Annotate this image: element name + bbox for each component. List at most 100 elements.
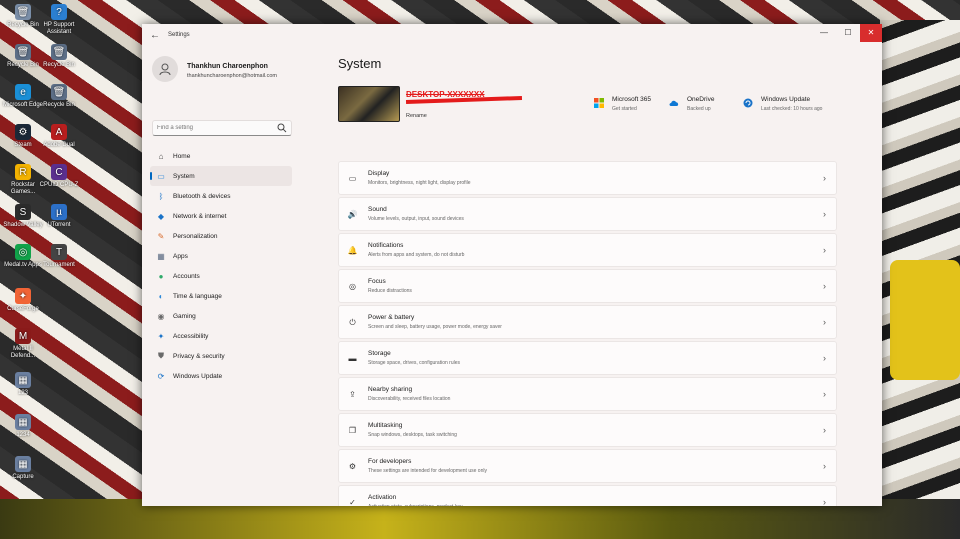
desktop-icon[interactable]: ✦ CurseForge [2, 288, 44, 313]
minimize-button[interactable]: — [812, 24, 836, 42]
back-arrow-icon[interactable]: ← [150, 30, 160, 41]
app-icon: S [15, 204, 31, 220]
search-input[interactable] [157, 122, 272, 134]
setting-card-multitasking[interactable]: ❐ Multitasking Snap windows, desktops, tas… [338, 413, 837, 447]
sidebar-item-label: Time & language [173, 292, 222, 300]
setting-description: Discoverability, received files location [368, 396, 451, 402]
maximize-button[interactable]: ☐ [836, 24, 860, 42]
gamepad-icon: ◉ [157, 311, 165, 321]
chevron-right-icon: › [823, 173, 826, 183]
desktop-icon[interactable]: T Tournament [38, 244, 80, 269]
speaker-icon: 🔊 [347, 210, 358, 219]
shield-icon: ⛊ [158, 351, 164, 360]
person-icon [159, 63, 171, 76]
sidebar-item-windows-update[interactable]: ⟳ Windows Update [150, 366, 292, 386]
sidebar-item-accounts[interactable]: ● Accounts [150, 266, 292, 286]
setting-card-notifications[interactable]: 🔔 Notifications Alerts from apps and syste… [338, 233, 837, 267]
setting-description: Screen and sleep, battery usage, power m… [368, 324, 502, 330]
desktop-icon[interactable]: C CPUID CPU-Z [38, 164, 80, 189]
settings-list: ▭ Display Monitors, brightness, night ligh… [338, 161, 837, 506]
quick-link-status: Get started [612, 106, 637, 112]
sidebar-item-apps[interactable]: ▦ Apps [150, 246, 292, 266]
sidebar-item-label: Privacy & security [173, 352, 225, 360]
wifi-icon: ◆ [157, 211, 165, 221]
rename-link[interactable]: Rename [406, 113, 427, 119]
app-icon: ✦ [15, 288, 31, 304]
desktop-icon[interactable]: ▦ 123 [2, 372, 44, 397]
sidebar-item-time-language[interactable]: ◐ Time & language [150, 286, 292, 306]
chevron-right-icon: › [823, 425, 826, 435]
setting-description: Alerts from apps and system, do not dist… [368, 252, 465, 258]
app-icon: 🗑 [51, 84, 67, 100]
app-icon: ▦ [15, 372, 31, 388]
setting-card-for-developers[interactable]: ⚙ For developers These settings are intend… [338, 449, 837, 483]
sidebar-item-network-internet[interactable]: ◆ Network & internet [150, 206, 292, 226]
setting-card-storage[interactable]: ▬ Storage Storage space, drives, configura… [338, 341, 837, 375]
setting-description: Monitors, brightness, night light, displ… [368, 180, 471, 186]
quick-link-status: Backed up [687, 106, 711, 112]
sidebar: Thankhun Charoenphon thankhuncharoenphon… [142, 48, 302, 506]
setting-description: These settings are intended for developm… [368, 468, 487, 474]
desktop-icon-label: 123 [17, 390, 28, 396]
sidebar-item-accessibility[interactable]: ✦ Accessibility [150, 326, 292, 346]
desktop-icon[interactable]: ▦ 1234 [2, 414, 44, 439]
sidebar-item-label: Home [173, 152, 191, 160]
desktop-icon[interactable]: 🗑 Recycle Bin [38, 84, 80, 109]
sidebar-item-bluetooth-devices[interactable]: ᛒ Bluetooth & devices [150, 186, 292, 206]
chevron-right-icon: › [823, 461, 826, 471]
accessibility-icon: ✦ [157, 331, 165, 341]
search-box[interactable] [152, 120, 292, 136]
sidebar-item-label: Accounts [173, 272, 200, 280]
sidebar-item-label: Apps [173, 252, 188, 260]
sidebar-item-label: Network & internet [173, 212, 227, 220]
profile-card[interactable]: Thankhun Charoenphon thankhuncharoenphon… [152, 56, 302, 86]
close-button[interactable]: ✕ [860, 24, 882, 42]
sidebar-item-gaming[interactable]: ◉ Gaming [150, 306, 292, 326]
app-icon: 🗑 [51, 44, 67, 60]
desktop-icon[interactable]: M Metal II Defend... [2, 328, 44, 360]
setting-card-activation[interactable]: ✓ Activation Activation state, subscriptio… [338, 485, 837, 506]
sidebar-item-label: Windows Update [173, 372, 223, 380]
storage-icon: ▬ [348, 354, 357, 363]
desktop-icon-label: Recycle Bin [43, 102, 75, 108]
setting-card-nearby-sharing[interactable]: ⇪ Nearby sharing Discoverability, received… [338, 377, 837, 411]
search-icon[interactable] [277, 123, 287, 133]
setting-title: Nearby sharing [368, 386, 413, 393]
desktop-icon[interactable]: ▦ Capture [2, 456, 44, 481]
setting-description: Volume levels, output, input, sound devi… [368, 216, 464, 222]
display-icon: ▭ [348, 174, 357, 183]
desktop-icon[interactable]: ? HP Support Assistant [38, 4, 80, 36]
app-icon: 🗑 [15, 44, 31, 60]
page-title: System [338, 56, 382, 71]
chevron-right-icon: › [823, 281, 826, 291]
bluetooth-icon: ᛒ [158, 191, 164, 201]
avatar [152, 56, 178, 82]
multitask-icon: ❐ [348, 426, 357, 435]
desktop-icon-label: HP Support Assistant [43, 22, 75, 35]
onedrive-icon [669, 100, 679, 106]
desktop-icon[interactable]: A Adobe Dual [38, 124, 80, 149]
setting-card-power-battery[interactable]: ⏻ Power & battery Screen and sleep, batter… [338, 305, 837, 339]
setting-title: Storage [368, 350, 391, 357]
desktop-icon-label: CPUID CPU-Z [39, 182, 79, 188]
sidebar-item-privacy-security[interactable]: ⛊ Privacy & security [150, 346, 292, 366]
main-content: System DESKTOP-XXXXXXX Rename Microsoft … [338, 48, 882, 506]
quick-link-title: OneDrive [687, 96, 715, 103]
desktop-icon[interactable]: µ UTorrent [38, 204, 80, 229]
nav-list: ⌂ Home ▭ System ᛒ Bluetooth & devices ◆ Network… [150, 146, 292, 386]
sidebar-item-system[interactable]: ▭ System [150, 166, 292, 186]
setting-title: Power & battery [368, 314, 415, 321]
setting-card-display[interactable]: ▭ Display Monitors, brightness, night ligh… [338, 161, 837, 195]
desktop-icon[interactable]: 🗑 Recycle Bin [38, 44, 80, 69]
wallpaper-art-yellow [890, 260, 960, 380]
setting-card-focus[interactable]: ◎ Focus Reduce distractions › [338, 269, 837, 303]
sidebar-item-home[interactable]: ⌂ Home [150, 146, 292, 166]
app-icon: ◎ [15, 244, 31, 260]
accounts-icon: ● [158, 271, 164, 281]
sidebar-item-personalization[interactable]: ✎ Personalization [150, 226, 292, 246]
quick-link-status: Last checked: 10 hours ago [761, 106, 823, 112]
device-wallpaper-thumbnail [338, 86, 400, 122]
app-icon: R [15, 164, 31, 180]
setting-title: Multitasking [368, 422, 403, 429]
setting-card-sound[interactable]: 🔊 Sound Volume levels, output, input, soun… [338, 197, 837, 231]
